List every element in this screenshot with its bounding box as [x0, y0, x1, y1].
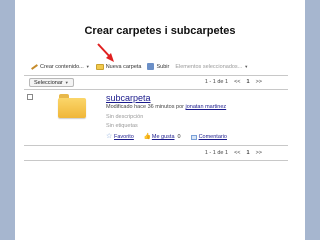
chevron-down-icon: ▼	[85, 64, 90, 69]
pager-first-link[interactable]: <<	[234, 150, 240, 156]
like-count: 0	[177, 134, 181, 140]
thumbs-up-icon: 👍	[143, 134, 152, 140]
upload-button[interactable]: Subir	[147, 63, 169, 70]
toolbar: Crear contenido... ▼ Nueva carpeta Subir…	[24, 60, 288, 73]
new-folder-label: Nueva carpeta	[105, 63, 142, 70]
create-content-button[interactable]: Crear contenido... ▼	[30, 64, 90, 70]
slide-title: Crear carpetes i subcarpetes	[84, 25, 236, 37]
new-folder-button[interactable]: Nueva carpeta	[95, 63, 142, 70]
create-content-label: Crear contenido...	[40, 63, 84, 70]
folder-icon	[95, 63, 104, 70]
like-link[interactable]: Me gusta	[152, 134, 175, 140]
pager-current: 1	[246, 150, 250, 156]
app-screenshot: Crear contenido... ▼ Nueva carpeta Subir…	[24, 56, 288, 164]
pager-range: 1 - 1 de 1	[204, 150, 229, 156]
item-checkbox[interactable]	[27, 94, 33, 100]
toolbar-divider	[24, 75, 288, 76]
comment-link[interactable]: Comentario	[199, 134, 227, 140]
pager-bottom: 1 - 1 de 1 << 1 >>	[205, 150, 262, 156]
upload-icon	[147, 63, 155, 70]
modified-by-link[interactable]: jonatan martinez	[186, 104, 227, 110]
folder-icon[interactable]	[58, 94, 86, 118]
select-label: Seleccionar	[34, 79, 63, 86]
like-action[interactable]: 👍 Me gusta 0	[144, 134, 181, 140]
selected-items-label: Elementos seleccionados...	[175, 63, 243, 70]
modified-prefix: Modificado hace 36 minutos por	[106, 104, 184, 110]
list-top-divider	[24, 89, 288, 90]
item-name-link[interactable]: subcarpeta	[106, 93, 151, 103]
upload-label: Subir	[156, 63, 170, 70]
pager-last-link[interactable]: >>	[256, 150, 262, 156]
chevron-down-icon: ▼	[244, 64, 249, 69]
favorite-action[interactable]: ☆ Favorito	[106, 133, 134, 140]
item-actions: ☆ Favorito 👍 Me gusta 0 Comentario	[106, 133, 237, 140]
chevron-down-icon: ▼	[64, 80, 69, 85]
pager-first-link[interactable]: <<	[234, 79, 240, 85]
item-tags: Sin etiquetas	[106, 123, 138, 129]
item-modified-info: Modificado hace 36 minutos por jonatan m…	[106, 104, 226, 110]
select-button[interactable]: Seleccionar ▼	[29, 78, 74, 87]
comment-icon	[190, 134, 197, 140]
comment-action[interactable]: Comentario	[190, 134, 227, 140]
pager-top: 1 - 1 de 1 << 1 >>	[205, 79, 262, 85]
star-icon: ☆	[106, 133, 113, 140]
footer-divider	[24, 160, 288, 161]
pencil-icon	[30, 64, 38, 70]
item-description: Sin descripción	[106, 114, 144, 120]
pager-last-link[interactable]: >>	[256, 79, 262, 85]
selected-items-menu[interactable]: Elementos seleccionados... ▼	[175, 64, 248, 70]
pager-range: 1 - 1 de 1	[204, 79, 229, 85]
pager-current: 1	[246, 79, 250, 85]
list-bottom-divider	[24, 145, 288, 146]
favorite-link[interactable]: Favorito	[114, 134, 134, 140]
